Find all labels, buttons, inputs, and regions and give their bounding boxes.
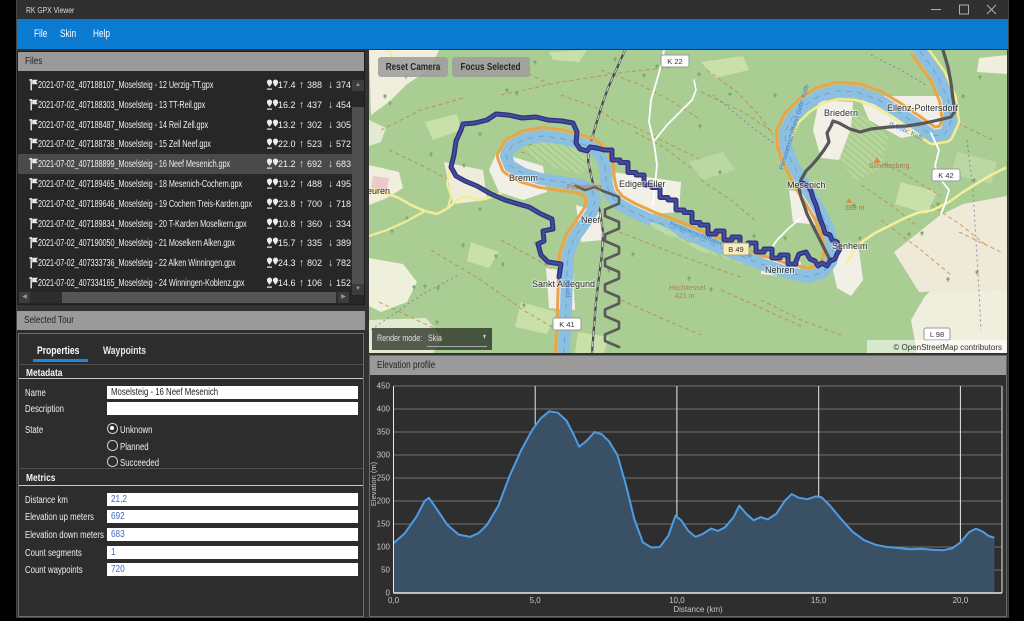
svg-text:200: 200	[377, 497, 391, 506]
svg-text:Elevation (m): Elevation (m)	[370, 461, 378, 506]
svg-text:K 42: K 42	[938, 171, 953, 180]
svg-text:0,0: 0,0	[388, 596, 400, 605]
svg-text:250: 250	[377, 474, 391, 483]
svg-text:Neef: Neef	[581, 215, 601, 225]
svg-text:399 m: 399 m	[845, 205, 865, 212]
svg-text:Distance (km): Distance (km)	[673, 605, 723, 614]
svg-text:10,0: 10,0	[669, 596, 685, 605]
svg-text:Schellesberg: Schellesberg	[869, 163, 910, 170]
svg-text:20,0: 20,0	[953, 596, 969, 605]
svg-text:15,0: 15,0	[811, 596, 827, 605]
svg-text:Senheim: Senheim	[832, 241, 868, 251]
svg-text:K 41: K 41	[559, 320, 574, 329]
svg-text:5,0: 5,0	[530, 596, 542, 605]
svg-text:350: 350	[377, 428, 391, 437]
svg-text:Petersberg: Petersberg	[567, 184, 601, 191]
svg-text:Hochkessel: Hochkessel	[669, 285, 706, 292]
svg-text:421 m: 421 m	[675, 293, 695, 300]
svg-text:400: 400	[377, 405, 391, 414]
svg-text:© OpenStreetMap contributors: © OpenStreetMap contributors	[893, 343, 1002, 352]
svg-text:L 98: L 98	[930, 330, 944, 339]
svg-text:450: 450	[377, 382, 391, 391]
svg-text:euren: euren	[369, 186, 390, 196]
svg-text:150: 150	[377, 520, 391, 529]
svg-text:300: 300	[377, 451, 391, 460]
svg-text:K 22: K 22	[667, 57, 682, 66]
svg-text:50: 50	[381, 566, 390, 575]
svg-text:Ediger Eller: Ediger Eller	[619, 179, 666, 189]
svg-text:B 49: B 49	[728, 245, 743, 254]
svg-text:Nehren: Nehren	[765, 265, 795, 275]
svg-text:Bremm: Bremm	[509, 173, 538, 183]
svg-text:Ellenz-Poltersdorf: Ellenz-Poltersdorf	[887, 103, 959, 113]
svg-text:100: 100	[377, 543, 391, 552]
svg-text:Mesenich: Mesenich	[787, 180, 826, 190]
svg-text:Briedern: Briedern	[824, 108, 858, 118]
